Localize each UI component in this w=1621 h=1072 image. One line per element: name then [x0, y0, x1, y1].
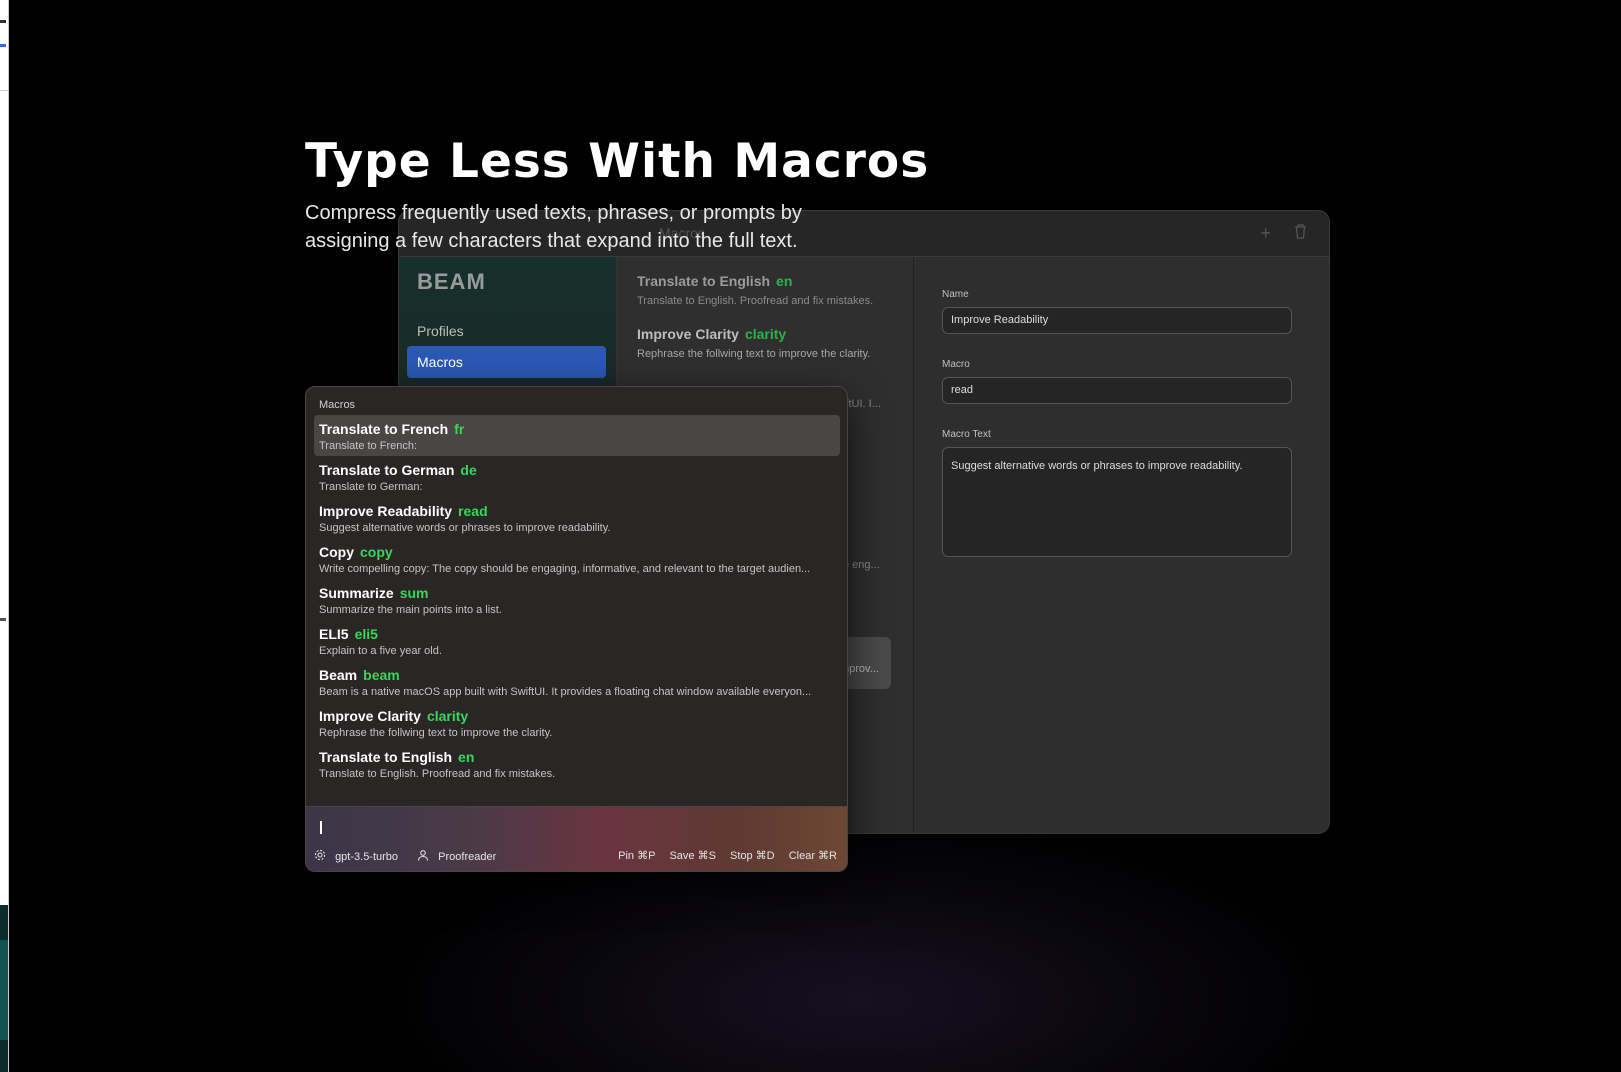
macro-item[interactable]: Translate to French fr Translate to Frenc…	[314, 415, 840, 456]
list-item-fragment: nprov...	[843, 663, 879, 675]
macro-badge: beam	[363, 667, 400, 683]
macro-badge: fr	[454, 421, 465, 437]
macros-popup: Macros Translate to French fr Translate t…	[305, 386, 848, 872]
trash-icon[interactable]	[1294, 223, 1307, 243]
macro-badge: en	[458, 749, 475, 765]
clipped-text-fragment	[630, 0, 790, 2]
macro-item[interactable]: Copy copy Write compelling copy: The copy…	[314, 538, 840, 579]
macro-item[interactable]: Translate to German de Translate to Germa…	[314, 456, 840, 497]
list-item-fragment: e eng...	[843, 559, 880, 571]
macro-badge: sum	[399, 585, 429, 601]
list-item[interactable]: Improve Clarity clarity Rephrase the foll…	[637, 326, 907, 360]
macro-badge: eli5	[354, 626, 378, 642]
macro-badge: read	[458, 503, 488, 519]
macro-badge: en	[776, 273, 793, 289]
macro-item[interactable]: Improve Readability read Suggest alternat…	[314, 497, 840, 538]
gear-icon[interactable]	[314, 849, 332, 864]
status-bar: gpt-3.5-turbo Proofreader Pin ⌘P Save ⌘S…	[314, 849, 837, 865]
name-label: Name	[942, 289, 969, 300]
macro-item[interactable]: ELI5 eli5 Explain to a five year old.	[314, 620, 840, 661]
add-icon[interactable]: +	[1260, 223, 1271, 243]
macro-badge: clarity	[744, 326, 787, 342]
model-name[interactable]: gpt-3.5-turbo	[335, 851, 398, 863]
macro-item[interactable]: Translate to English en Translate to Engl…	[314, 743, 840, 784]
profile-name[interactable]: Proofreader	[438, 851, 496, 863]
macro-badge: copy	[360, 544, 393, 560]
sidebar-item-macros[interactable]: Macros	[407, 346, 606, 378]
section-subtitle: Compress frequently used texts, phrases,…	[305, 202, 802, 252]
name-field[interactable]: Improve Readability	[942, 307, 1292, 334]
list-item-fragment: iftUI. I...	[843, 398, 881, 410]
macro-text-area[interactable]: Suggest alternative words or phrases to …	[942, 447, 1292, 557]
stop-shortcut[interactable]: Stop ⌘D	[730, 849, 775, 862]
person-icon	[417, 849, 435, 864]
macro-field[interactable]: read	[942, 377, 1292, 404]
beam-logo: BEAM	[417, 269, 486, 294]
list-item[interactable]: Translate to English en Translate to Engl…	[637, 273, 907, 307]
sidebar-item-profiles[interactable]: Profiles	[407, 315, 606, 347]
save-shortcut[interactable]: Save ⌘S	[669, 849, 715, 862]
text-cursor	[320, 821, 322, 834]
adjacent-window-edge	[0, 0, 9, 1072]
pin-shortcut[interactable]: Pin ⌘P	[618, 849, 655, 862]
macro-badge: de	[460, 462, 477, 478]
macro-label: Macro	[942, 359, 970, 370]
macro-item[interactable]: Improve Clarity clarity Rephrase the foll…	[314, 702, 840, 743]
clear-shortcut[interactable]: Clear ⌘R	[789, 849, 837, 862]
macro-item[interactable]: Beam beam Beam is a native macOS app buil…	[314, 661, 840, 702]
prompt-input-area[interactable]: gpt-3.5-turbo Proofreader Pin ⌘P Save ⌘S…	[306, 806, 847, 871]
macro-editor-form: Name Improve Readability Macro read Macr…	[914, 257, 1329, 833]
macro-badge: clarity	[426, 708, 469, 724]
macro-item[interactable]: Summarize sum Summarize the main points i…	[314, 579, 840, 620]
section-headline: Type Less With Macros	[305, 134, 930, 189]
popup-header: Macros	[319, 399, 356, 411]
macro-text-label: Macro Text	[942, 429, 991, 440]
